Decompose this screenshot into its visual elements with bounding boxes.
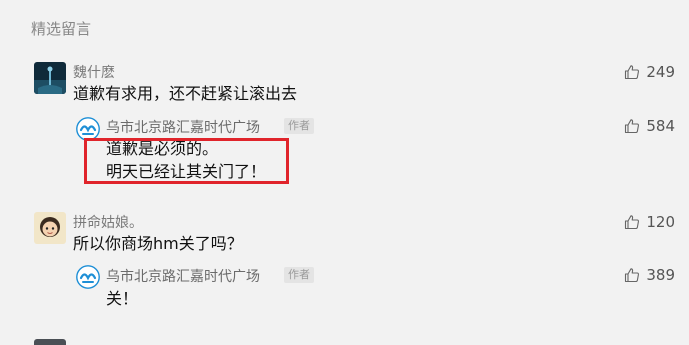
avatar-image-icon	[34, 62, 66, 94]
comment-nickname[interactable]: 魏什麽	[73, 62, 115, 82]
comment-text: 道歉有求用，还不赶紧让滚出去	[73, 84, 298, 103]
author-logo-icon	[76, 265, 100, 289]
like-button[interactable]: 249	[624, 63, 675, 81]
avatar-image-icon	[34, 212, 66, 244]
reply-author-name[interactable]: 乌市北京路汇嘉时代广场	[106, 266, 260, 286]
section-title: 精选留言	[31, 20, 92, 38]
like-count: 389	[646, 266, 675, 284]
comment-nickname[interactable]: 拼命姑娘。	[73, 212, 143, 232]
author-avatar[interactable]	[76, 265, 100, 289]
author-badge: 作者	[284, 118, 314, 134]
reply-text-line: 关！	[106, 289, 139, 308]
like-button[interactable]: 389	[624, 266, 675, 284]
thumbs-up-icon	[625, 215, 640, 230]
comment-text: 所以你商场hm关了吗？	[73, 234, 243, 253]
author-badge: 作者	[284, 267, 314, 283]
avatar[interactable]	[34, 339, 66, 345]
thumbs-up-icon	[625, 268, 640, 283]
like-count: 584	[646, 117, 675, 135]
thumbs-up-icon	[625, 65, 640, 80]
like-button[interactable]: 584	[624, 117, 675, 135]
avatar[interactable]	[34, 62, 66, 94]
like-button[interactable]: 120	[624, 213, 675, 231]
thumbs-up-icon	[625, 119, 640, 134]
highlight-box	[84, 138, 289, 184]
like-count: 120	[646, 213, 675, 231]
avatar[interactable]	[34, 212, 66, 244]
reply-author-name[interactable]: 乌市北京路汇嘉时代广场	[106, 117, 260, 137]
like-count: 249	[646, 63, 675, 81]
